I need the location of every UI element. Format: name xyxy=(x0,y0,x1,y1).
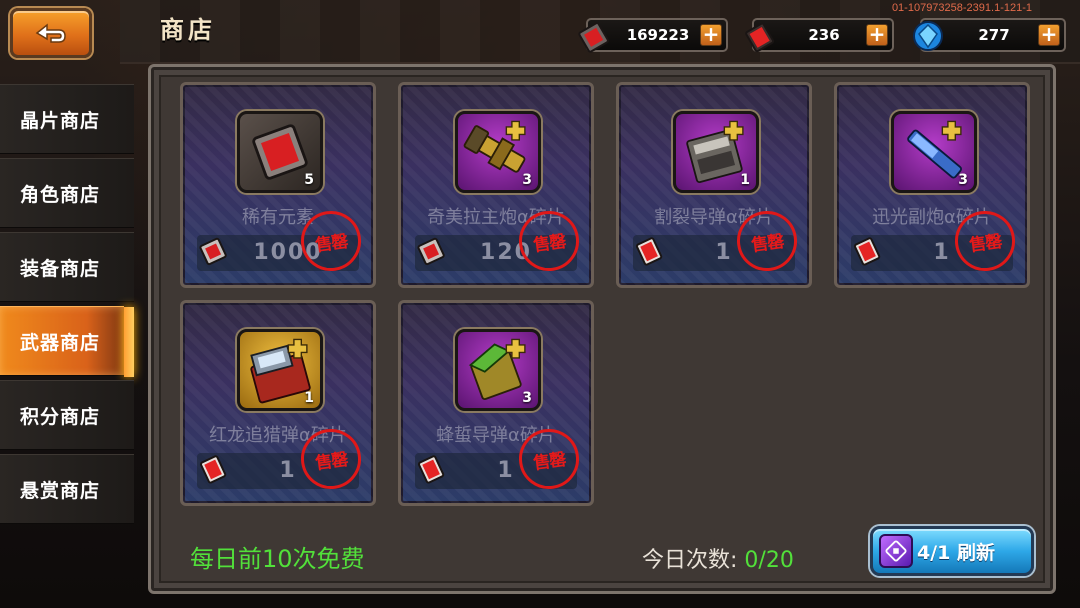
shop-sidebar: 晶片商店 角色商店 装备商店 武器商店 积分商店 悬赏商店 xyxy=(0,84,134,604)
item-quantity: 5 xyxy=(304,172,314,188)
item-quantity: 1 xyxy=(740,172,750,188)
add-resource-button[interactable]: + xyxy=(1038,24,1060,46)
sidebar-item-label: 悬赏商店 xyxy=(20,479,101,502)
red-gem-icon xyxy=(745,22,775,53)
sold-out-label: 售罄 xyxy=(532,449,567,474)
sidebar-item-chip-shop[interactable]: 晶片商店 xyxy=(0,84,134,154)
sidebar-item-points-shop[interactable]: 积分商店 xyxy=(0,380,134,450)
sidebar-item-character-shop[interactable]: 角色商店 xyxy=(0,158,134,228)
free-refresh-info: 每日前10次免费 xyxy=(190,545,365,573)
item-quantity: 3 xyxy=(522,172,532,188)
shop-item-card[interactable]: 3 奇美拉主炮α碎片 120 售罄 xyxy=(398,82,594,288)
sidebar-item-label: 积分商店 xyxy=(20,405,101,428)
shop-item-card[interactable]: 3 迅光副炮α碎片 1 售罄 xyxy=(834,82,1030,288)
shop-item-card[interactable]: 3 蜂蜇导弹α碎片 1 售罄 xyxy=(398,300,594,506)
sidebar-item-bounty-shop[interactable]: 悬赏商店 xyxy=(0,454,134,524)
flash-cannon-icon: 3 xyxy=(891,111,977,193)
shop-item-card[interactable]: 5 稀有元素 1000 售罄 xyxy=(180,82,376,288)
red-dragon-missile-icon: 1 xyxy=(237,329,323,411)
sold-out-label: 售罄 xyxy=(314,231,349,256)
sold-out-label: 售罄 xyxy=(314,449,349,474)
sidebar-item-equipment-shop[interactable]: 装备商店 xyxy=(0,232,134,302)
bee-sting-missile-icon: 3 xyxy=(455,329,541,411)
red-cube-icon xyxy=(578,22,609,53)
resource-crystal: 277 + xyxy=(913,18,1066,52)
chimera-cannon-icon: 3 xyxy=(455,111,541,193)
sidebar-item-label: 晶片商店 xyxy=(20,109,101,132)
return-arrow-icon xyxy=(35,23,66,43)
refresh-button[interactable]: 4/1 刷新 xyxy=(870,526,1034,576)
sidebar-item-label: 角色商店 xyxy=(20,183,101,206)
page-title: 商店 xyxy=(160,16,216,44)
item-quantity: 1 xyxy=(304,390,314,406)
add-resource-button[interactable]: + xyxy=(700,24,722,46)
shop-footer: 每日前10次免费 今日次数: 0/20 4/1 刷新 xyxy=(162,520,1042,590)
back-button[interactable] xyxy=(10,8,92,58)
item-quantity: 3 xyxy=(958,172,968,188)
sold-out-label: 售罄 xyxy=(968,231,1003,256)
sidebar-item-weapon-shop[interactable]: 武器商店 xyxy=(0,306,134,377)
add-resource-button[interactable]: + xyxy=(866,24,888,46)
sidebar-item-label: 装备商店 xyxy=(20,257,101,280)
split-missile-icon: 1 xyxy=(673,111,759,193)
item-quantity: 3 xyxy=(522,390,532,406)
resource-cube: 169223 + xyxy=(578,18,728,53)
sold-out-label: 售罄 xyxy=(750,231,785,256)
sidebar-item-label: 武器商店 xyxy=(20,331,101,354)
blue-crystal-icon xyxy=(913,21,943,51)
resource-gem: 236 + xyxy=(745,18,894,53)
shop-item-card[interactable]: 1 红龙追猎弹α碎片 1 售罄 xyxy=(180,300,376,506)
sold-out-label: 售罄 xyxy=(532,231,567,256)
version-text: 01-107973258-2391.1-121-1 xyxy=(891,2,1032,14)
refresh-ticket-icon xyxy=(879,534,913,568)
daily-count-label: 今日次数: xyxy=(642,548,745,573)
shop-item-card[interactable]: 1 割裂导弹α碎片 1 售罄 xyxy=(616,82,812,288)
refresh-label: 4/1 刷新 xyxy=(917,541,995,564)
daily-count: 今日次数: 0/20 xyxy=(642,542,794,574)
rare-element-icon: 5 xyxy=(237,111,323,193)
daily-count-value: 0/20 xyxy=(744,548,794,573)
